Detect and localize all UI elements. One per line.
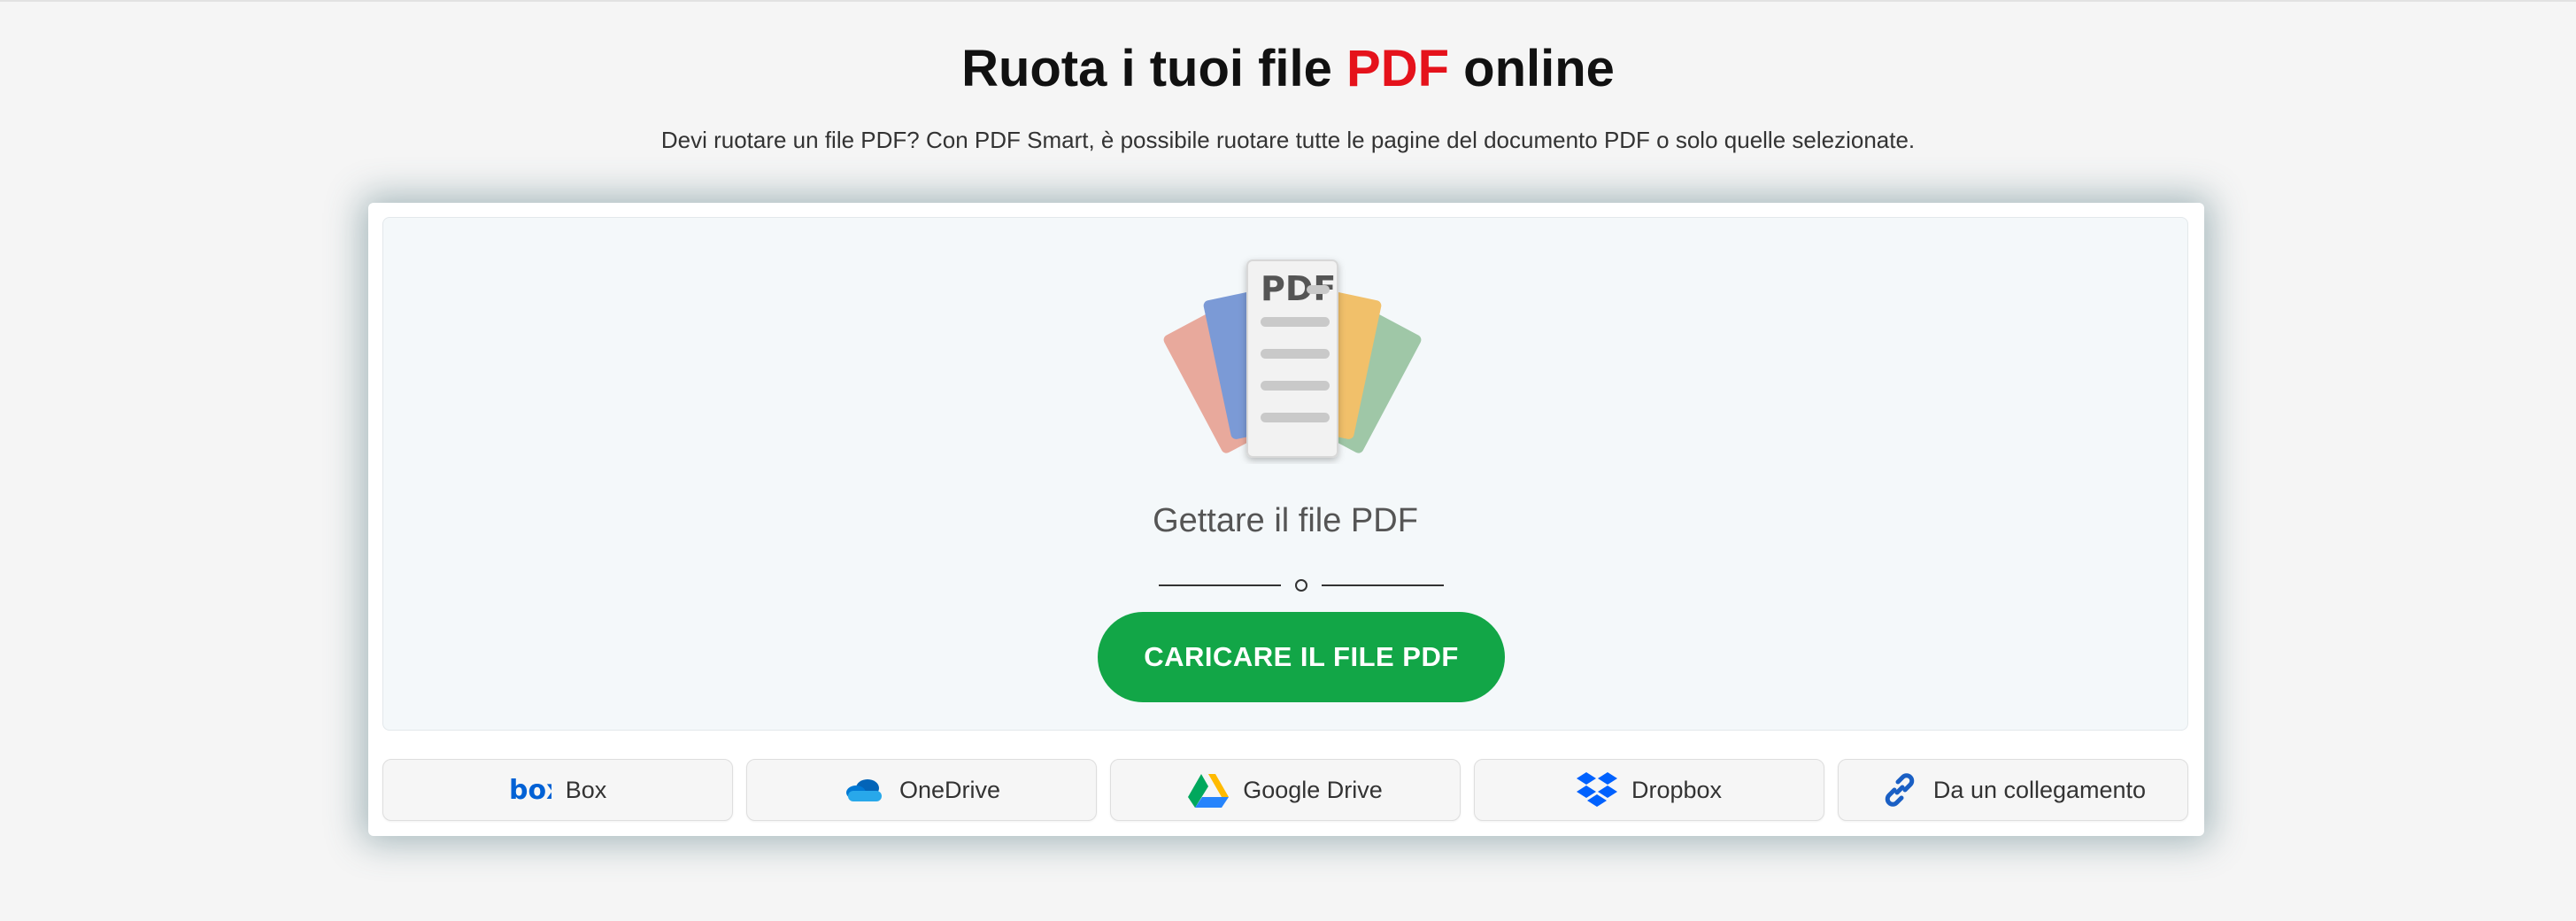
title-text-start: Ruota i tuoi file [961, 40, 1347, 97]
title-accent: PDF [1346, 40, 1450, 97]
pdf-files-illustration: PDF [1163, 259, 1422, 458]
divider-or-mark: o [1295, 579, 1307, 592]
drop-instruction: Gettare il file PDF [1153, 502, 1418, 539]
onedrive-icon [843, 777, 885, 803]
divider-line-right [1322, 584, 1444, 586]
source-label: OneDrive [899, 776, 1001, 803]
source-label: Dropbox [1631, 776, 1723, 803]
source-link-button[interactable]: Da un collegamento [1838, 759, 2188, 821]
upload-pdf-button[interactable]: CARICARE IL FILE PDF [1098, 612, 1505, 702]
svg-text:box: box [509, 778, 551, 802]
page-subtitle: Devi ruotare un file PDF? Con PDF Smart,… [660, 127, 1916, 153]
upload-card: PDF Gettare il file PDF o CARICARE IL FI… [368, 203, 2204, 836]
cloud-sources: box Box OneDrive [382, 759, 2188, 823]
page-title: Ruota i tuoi file PDF online [0, 34, 2576, 104]
source-google-drive-button[interactable]: Google Drive [1110, 759, 1461, 821]
divider-line-left [1159, 584, 1281, 586]
source-label: Google Drive [1243, 776, 1383, 803]
source-label: Da un collegamento [1932, 776, 2147, 803]
google-drive-icon [1188, 772, 1230, 808]
title-text-end: online [1449, 40, 1615, 97]
source-onedrive-button[interactable]: OneDrive [746, 759, 1097, 821]
source-dropbox-button[interactable]: Dropbox [1474, 759, 1824, 821]
source-label: Box [565, 776, 607, 803]
drop-zone[interactable]: PDF Gettare il file PDF o CARICARE IL FI… [382, 217, 2188, 731]
box-icon: box [509, 778, 551, 802]
link-icon [1880, 770, 1919, 809]
dropbox-icon [1576, 770, 1617, 809]
top-divider [0, 0, 2576, 2]
source-box-button[interactable]: box Box [382, 759, 733, 821]
or-divider: o [1159, 577, 1444, 594]
